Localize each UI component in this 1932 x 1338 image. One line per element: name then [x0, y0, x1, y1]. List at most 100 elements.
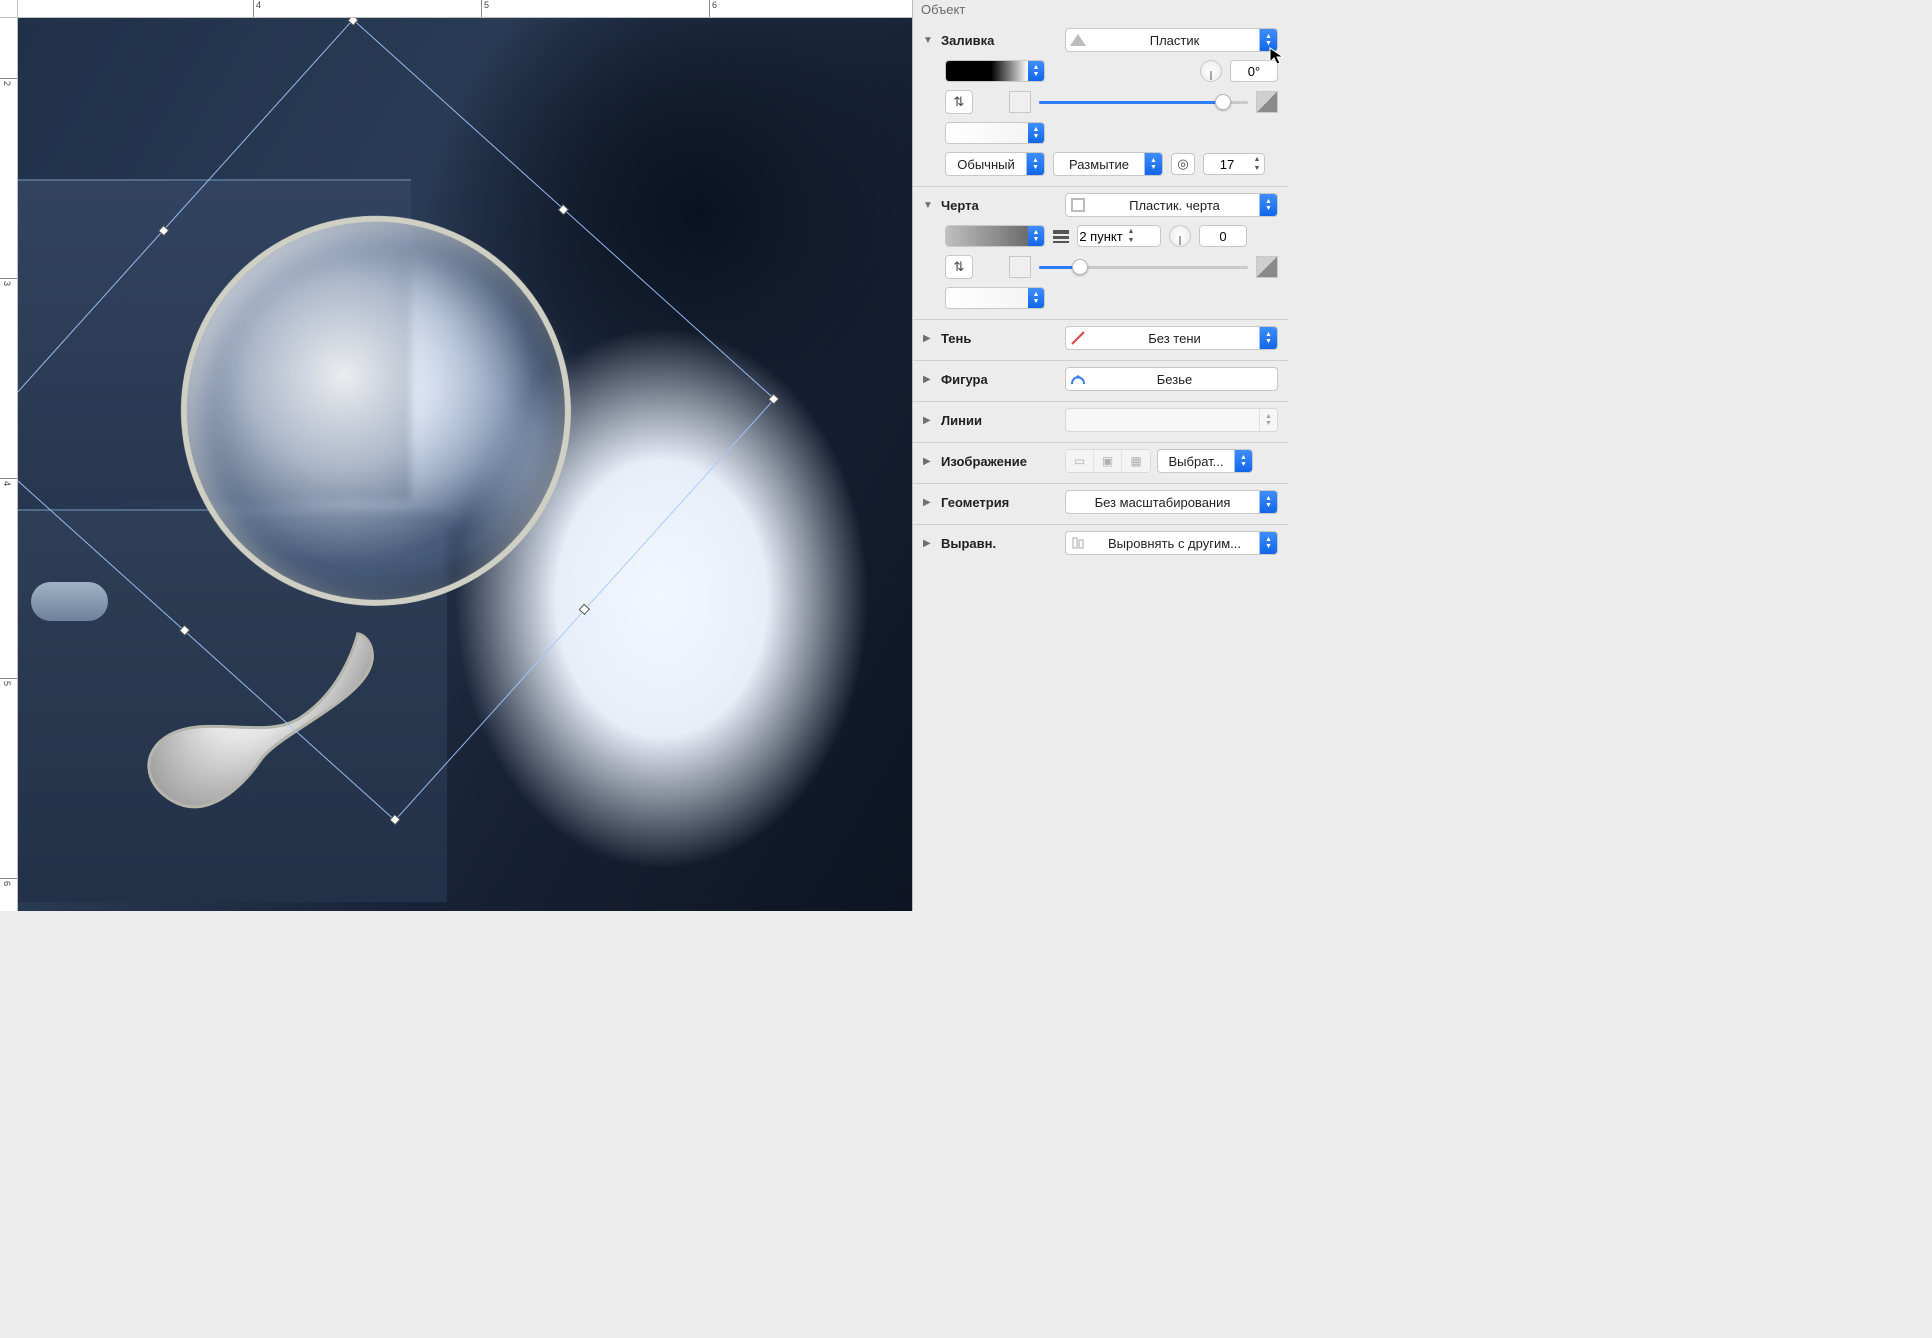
magnifier-object[interactable] [87, 192, 608, 834]
lines-section: Линии ▲▼ [913, 402, 1288, 443]
no-shadow-icon [1066, 331, 1090, 345]
align-value: Выровнять с другим... [1090, 536, 1259, 551]
shadow-value: Без тени [1090, 331, 1259, 346]
geometry-label: Геометрия [941, 495, 1059, 510]
bezier-icon [1066, 372, 1090, 386]
lines-label: Линии [941, 413, 1059, 428]
gradient-swatch-icon [946, 226, 1028, 246]
swap-arrows-icon: ⇅ [954, 94, 965, 110]
stroke-type-dropdown[interactable]: Пластик. черта ▲▼ [1065, 193, 1278, 217]
geometry-header[interactable]: Геометрия Без масштабирования ▲▼ [923, 490, 1278, 514]
stroke-color-dropdown[interactable]: ▲▼ [945, 225, 1045, 247]
gradient-stop-left[interactable] [1009, 91, 1031, 113]
image-header[interactable]: Изображение ▭ ▣ ▦ Выбрат... ▲▼ [923, 449, 1278, 473]
fill-gradient-2-dropdown[interactable]: ▲▼ [945, 122, 1045, 144]
stroke-section: Черта Пластик. черта ▲▼ ▲▼ [913, 187, 1288, 320]
fill-angle-input[interactable] [1231, 64, 1277, 79]
ruler-v-label: 5 [2, 681, 12, 686]
fill-gradient-slider[interactable] [1039, 93, 1248, 111]
blur-direction-button[interactable]: ◎ [1171, 153, 1195, 175]
stroke-type-icon [1066, 198, 1090, 212]
geometry-dropdown[interactable]: Без масштабирования ▲▼ [1065, 490, 1278, 514]
gradient-stop-left[interactable] [1009, 256, 1031, 278]
stroke-width-icon [1053, 230, 1069, 243]
image-stretch-icon[interactable]: ▣ [1094, 450, 1122, 472]
align-dropdown[interactable]: Выровнять с другим... ▲▼ [1065, 531, 1278, 555]
dropdown-arrows-icon: ▲▼ [1259, 194, 1277, 216]
swap-arrows-icon: ⇅ [954, 259, 965, 275]
dropdown-arrows-icon: ▲▼ [1028, 226, 1044, 246]
shadow-header[interactable]: Тень Без тени ▲▼ [923, 326, 1278, 350]
stroke-angle-input[interactable] [1200, 229, 1246, 244]
stroke-gradient-slider[interactable] [1039, 258, 1248, 276]
disclosure-triangle-icon[interactable] [923, 456, 935, 467]
disclosure-triangle-icon[interactable] [923, 497, 935, 508]
disclosure-triangle-icon[interactable] [923, 374, 935, 385]
dropdown-arrows-icon: ▲▼ [1026, 153, 1044, 175]
dropdown-arrows-icon: ▲▼ [1259, 409, 1277, 431]
stepper-icon[interactable]: ▲▼ [1250, 155, 1264, 173]
align-section: Выравн. Выровнять с другим... ▲▼ [913, 525, 1288, 565]
disclosure-triangle-icon[interactable] [923, 333, 935, 344]
disclosure-triangle-icon[interactable] [923, 200, 935, 211]
stroke-width-field[interactable]: ▲▼ [1077, 225, 1161, 247]
disclosure-triangle-icon[interactable] [923, 538, 935, 549]
blend-mode-dropdown[interactable]: Обычный ▲▼ [945, 152, 1045, 176]
stroke-type-value: Пластик. черта [1090, 198, 1259, 213]
dropdown-arrows-icon: ▲▼ [1028, 288, 1044, 308]
gradient-swatch-icon [946, 288, 1028, 308]
gradient-stop-right[interactable] [1256, 91, 1278, 113]
shadow-label: Тень [941, 331, 1059, 346]
dropdown-arrows-icon: ▲▼ [1259, 491, 1277, 513]
image-natural-icon[interactable]: ▭ [1066, 450, 1094, 472]
stroke-width-input[interactable] [1078, 229, 1124, 244]
stepper-icon[interactable]: ▲▼ [1124, 227, 1138, 245]
fill-type-dropdown[interactable]: Пластик ▲▼ [1065, 28, 1278, 52]
stroke-angle-field[interactable] [1199, 225, 1247, 247]
swap-stroke-button[interactable]: ⇅ [945, 255, 973, 279]
ruler-v-label: 4 [2, 481, 12, 486]
image-tile-icon[interactable]: ▦ [1122, 450, 1150, 472]
shape-label: Фигура [941, 372, 1059, 387]
ruler-v-label: 6 [2, 881, 12, 886]
horizontal-ruler[interactable]: 4 5 6 [18, 0, 912, 18]
shape-header[interactable]: Фигура Безье ▲▼ [923, 367, 1278, 391]
app-root: 4 5 6 2 3 4 5 6 [0, 0, 1288, 911]
inspector-panel: Объект Заливка Пластик ▲▼ ▲▼ [912, 0, 1288, 911]
gradient-stop-right[interactable] [1256, 256, 1278, 278]
fill-angle-field[interactable] [1230, 60, 1278, 82]
fill-angle-knob[interactable] [1200, 60, 1222, 82]
ruler-v-label: 3 [2, 281, 12, 286]
disclosure-triangle-icon[interactable] [923, 35, 935, 46]
blur-amount-input[interactable] [1204, 157, 1250, 172]
vertical-ruler[interactable]: 2 3 4 5 6 [0, 18, 18, 911]
blur-type-value: Размытие [1054, 157, 1144, 172]
fill-gradient-1-dropdown[interactable]: ▲▼ [945, 60, 1045, 82]
image-choose-dropdown[interactable]: Выбрат... ▲▼ [1157, 449, 1253, 473]
ruler-h-label: 6 [712, 0, 717, 10]
dropdown-arrows-icon: ▲▼ [1028, 123, 1044, 143]
image-label: Изображение [941, 454, 1059, 469]
swap-gradient-button[interactable]: ⇅ [945, 90, 973, 114]
shape-type-dropdown[interactable]: Безье ▲▼ [1065, 367, 1278, 391]
stroke-gradient-2-dropdown[interactable]: ▲▼ [945, 287, 1045, 309]
lines-dropdown[interactable]: ▲▼ [1065, 408, 1278, 432]
fill-header[interactable]: Заливка Пластик ▲▼ [923, 28, 1278, 52]
gradient-swatch-icon [946, 123, 1028, 143]
shadow-type-dropdown[interactable]: Без тени ▲▼ [1065, 326, 1278, 350]
geometry-section: Геометрия Без масштабирования ▲▼ [913, 484, 1288, 525]
blur-amount-field[interactable]: ▲▼ [1203, 153, 1265, 175]
ruler-origin[interactable] [0, 0, 18, 18]
stroke-header[interactable]: Черта Пластик. черта ▲▼ [923, 193, 1278, 217]
gradient-swatch-icon [946, 61, 1028, 81]
blur-type-dropdown[interactable]: Размытие ▲▼ [1053, 152, 1163, 176]
lines-header[interactable]: Линии ▲▼ [923, 408, 1278, 432]
fill-type-value: Пластик [1090, 33, 1259, 48]
disclosure-triangle-icon[interactable] [923, 415, 935, 426]
fill-type-icon [1066, 34, 1090, 46]
canvas[interactable] [18, 18, 912, 911]
stroke-angle-knob[interactable] [1169, 225, 1191, 247]
geometry-value: Без масштабирования [1066, 495, 1259, 510]
ruler-h-label: 5 [484, 0, 489, 10]
align-header[interactable]: Выравн. Выровнять с другим... ▲▼ [923, 531, 1278, 555]
